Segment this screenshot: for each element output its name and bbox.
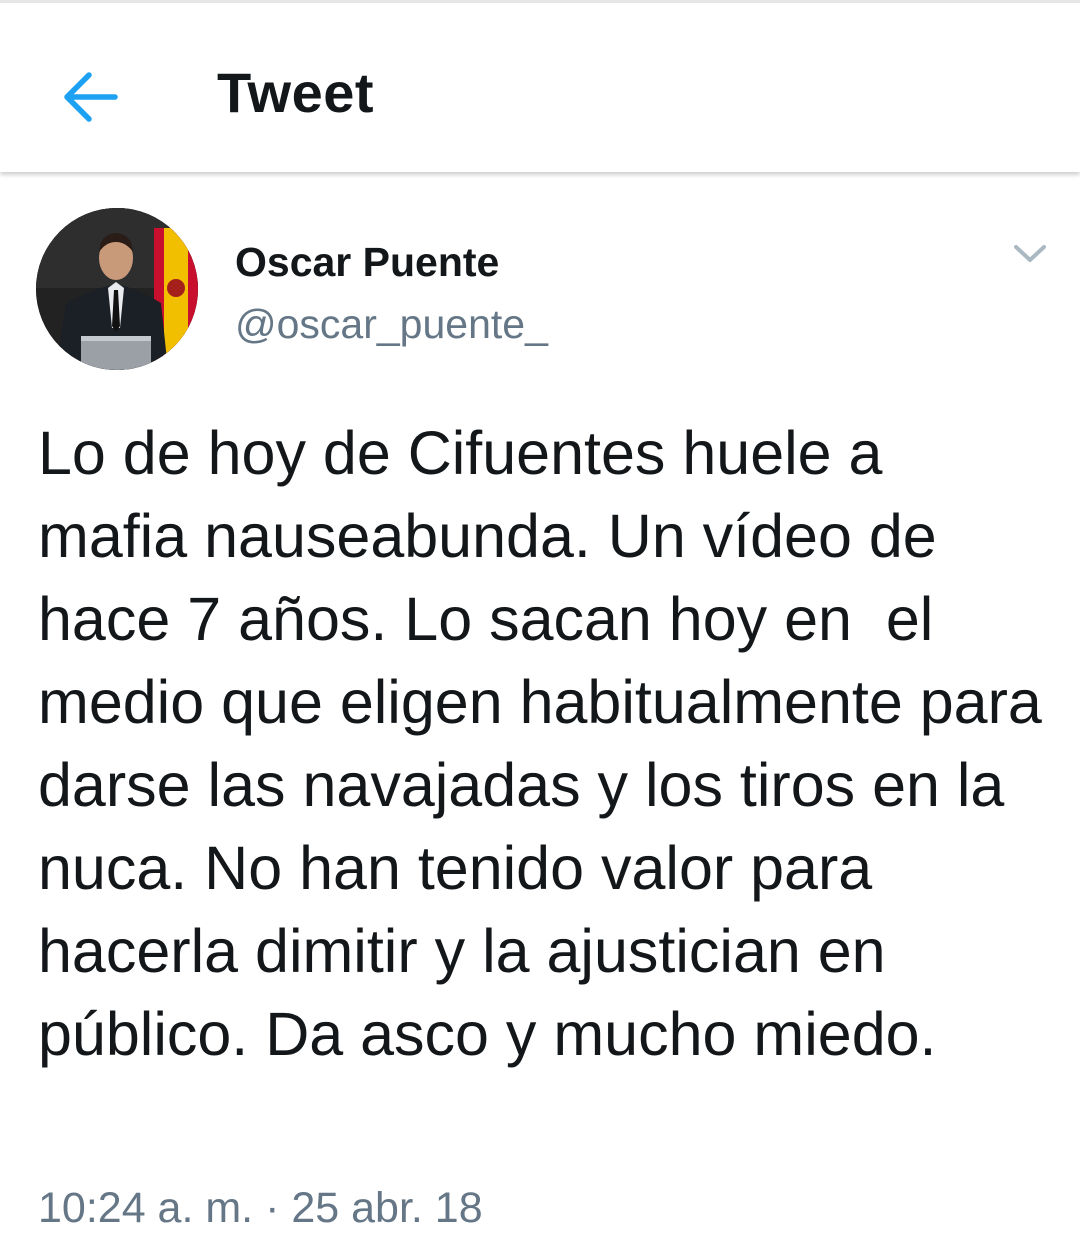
arrow-left-icon (64, 72, 118, 122)
tweet-menu-button[interactable] (1008, 232, 1052, 276)
avatar-photo (36, 208, 198, 370)
chevron-down-icon (1014, 245, 1046, 262)
tweet-detail-screen: Tweet Oscar Puente @oscar_puente_ Lo de … (0, 0, 1080, 1255)
author-name[interactable]: Oscar Puente (235, 238, 499, 286)
author-handle[interactable]: @oscar_puente_ (235, 300, 548, 348)
tweet-timestamp: 10:24 a. m. · 25 abr. 18 (38, 1184, 483, 1232)
top-app-bar: Tweet (0, 0, 1080, 172)
tweet-text: Lo de hoy de Cifuentes huele a mafia nau… (38, 419, 1059, 1068)
avatar[interactable] (36, 208, 198, 370)
page-title: Tweet (217, 61, 375, 124)
back-button[interactable] (44, 55, 136, 139)
